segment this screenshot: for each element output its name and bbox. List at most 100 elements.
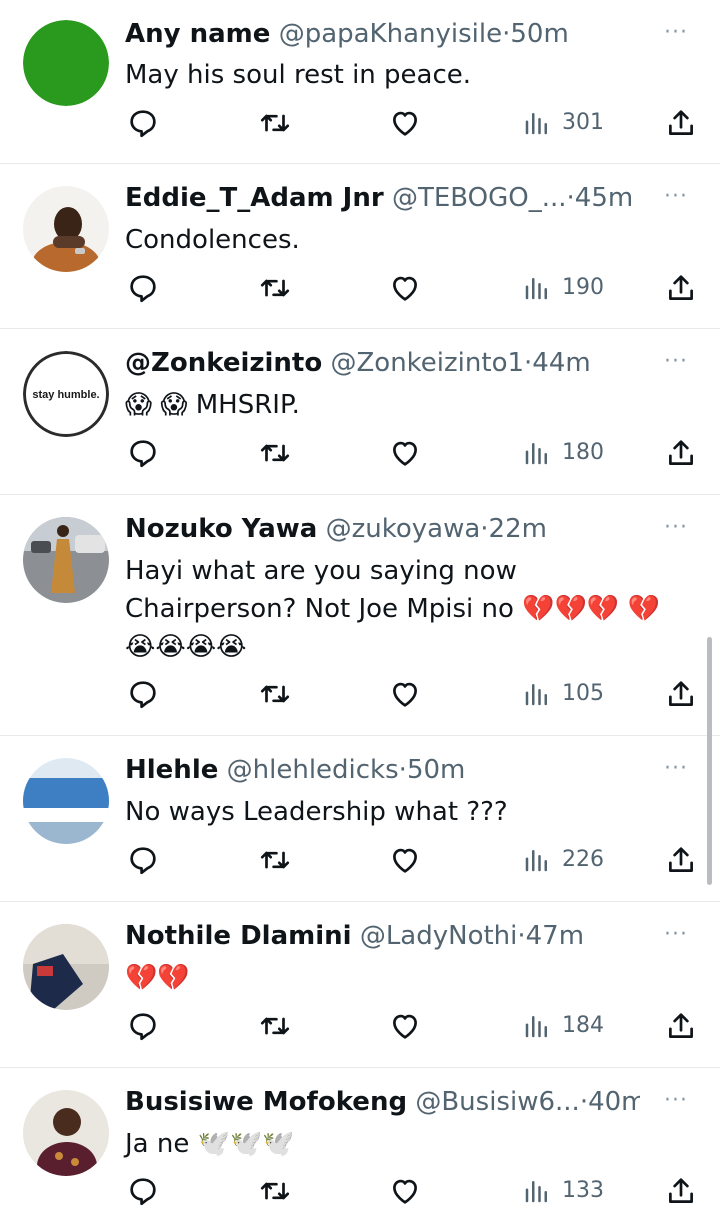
timestamp[interactable]: 22m bbox=[489, 514, 547, 544]
tweet-text: Condolences. bbox=[125, 225, 300, 255]
avatar[interactable] bbox=[23, 20, 109, 106]
retweet-icon[interactable] bbox=[258, 106, 292, 140]
timestamp[interactable]: 40m bbox=[588, 1087, 640, 1117]
retweet-icon[interactable] bbox=[258, 843, 292, 877]
avatar-caption: stay humble. bbox=[32, 389, 99, 401]
views-stat[interactable]: 190 bbox=[522, 271, 622, 305]
tweet[interactable]: Eddie_T_Adam Jnr @TEBOGO_...·45m ··· Con… bbox=[0, 164, 720, 329]
separator-dot: · bbox=[566, 183, 575, 213]
retweet-icon[interactable] bbox=[258, 436, 292, 470]
share-icon[interactable] bbox=[664, 1174, 698, 1208]
author-name[interactable]: Busisiwe Mofokeng bbox=[125, 1087, 407, 1117]
views-stat[interactable]: 105 bbox=[522, 677, 622, 711]
views-icon bbox=[525, 1016, 547, 1038]
avatar[interactable]: stay humble. bbox=[23, 351, 109, 437]
reply-icon[interactable] bbox=[126, 843, 160, 877]
heart-icon[interactable] bbox=[388, 1174, 422, 1208]
tweet-header: Any name @papaKhanyisile·50m bbox=[125, 18, 640, 50]
author-name[interactable]: @Zonkeizinto bbox=[125, 348, 322, 378]
timestamp[interactable]: 50m bbox=[510, 19, 568, 49]
more-icon[interactable]: ··· bbox=[664, 922, 694, 947]
retweet-icon[interactable] bbox=[258, 1009, 292, 1043]
reply-icon[interactable] bbox=[126, 436, 160, 470]
share-icon[interactable] bbox=[664, 1009, 698, 1043]
author-name[interactable]: Nothile Dlamini bbox=[125, 921, 352, 951]
more-icon[interactable]: ··· bbox=[664, 1088, 694, 1113]
timestamp[interactable]: 45m bbox=[575, 183, 633, 213]
reply-icon[interactable] bbox=[126, 106, 160, 140]
views-icon bbox=[525, 1181, 547, 1203]
tweet-header: Hlehle @hlehledicks·50m bbox=[125, 754, 640, 786]
avatar[interactable] bbox=[23, 517, 109, 603]
author-handle[interactable]: @LadyNothi bbox=[360, 921, 518, 951]
tweet[interactable]: Nozuko Yawa @zukoyawa·22m ··· Hayi what … bbox=[0, 495, 720, 736]
reply-icon[interactable] bbox=[126, 271, 160, 305]
views-stat[interactable]: 180 bbox=[522, 436, 622, 470]
separator-dot: · bbox=[517, 921, 526, 951]
views-stat[interactable]: 301 bbox=[522, 106, 622, 140]
share-icon[interactable] bbox=[664, 677, 698, 711]
author-handle[interactable]: @hlehledicks bbox=[227, 755, 399, 785]
more-icon[interactable]: ··· bbox=[664, 20, 694, 45]
separator-dot: · bbox=[398, 755, 407, 785]
tweet-text: 💔💔 bbox=[125, 963, 190, 993]
tweet[interactable]: Busisiwe Mofokeng @Busisiw6...·40m ··· J… bbox=[0, 1068, 720, 1210]
views-stat[interactable]: 133 bbox=[522, 1174, 622, 1208]
more-icon[interactable]: ··· bbox=[664, 184, 694, 209]
tweet[interactable]: stay humble. @Zonkeizinto @Zonkeizinto1·… bbox=[0, 329, 720, 495]
author-name[interactable]: Nozuko Yawa bbox=[125, 514, 317, 544]
author-handle[interactable]: @Busisiw6... bbox=[415, 1087, 579, 1117]
tweet[interactable]: Any name @papaKhanyisile·50m ··· May his… bbox=[0, 0, 720, 164]
heart-icon[interactable] bbox=[388, 271, 422, 305]
share-icon[interactable] bbox=[664, 436, 698, 470]
avatar[interactable] bbox=[23, 186, 109, 272]
heart-icon[interactable] bbox=[388, 677, 422, 711]
tweet-header: Busisiwe Mofokeng @Busisiw6...·40m bbox=[125, 1086, 640, 1118]
more-icon[interactable]: ··· bbox=[664, 515, 694, 540]
timestamp[interactable]: 44m bbox=[532, 348, 590, 378]
heart-icon[interactable] bbox=[388, 106, 422, 140]
share-icon[interactable] bbox=[664, 106, 698, 140]
share-icon[interactable] bbox=[664, 271, 698, 305]
author-handle[interactable]: @TEBOGO_... bbox=[392, 183, 567, 213]
more-icon[interactable]: ··· bbox=[664, 756, 694, 781]
retweet-icon[interactable] bbox=[258, 1174, 292, 1208]
views-count: 184 bbox=[562, 1013, 604, 1038]
author-name[interactable]: Any name bbox=[125, 19, 270, 49]
scrollbar[interactable] bbox=[707, 637, 712, 885]
more-icon[interactable]: ··· bbox=[664, 349, 694, 374]
tweet[interactable]: Nothile Dlamini @LadyNothi·47m ··· 💔💔 18… bbox=[0, 902, 720, 1068]
author-handle[interactable]: @Zonkeizinto1 bbox=[330, 348, 524, 378]
views-icon bbox=[525, 443, 547, 465]
author-handle[interactable]: @zukoyawa bbox=[326, 514, 481, 544]
author-handle[interactable]: @papaKhanyisile bbox=[279, 19, 502, 49]
views-icon bbox=[525, 278, 547, 300]
retweet-icon[interactable] bbox=[258, 677, 292, 711]
separator-dot: · bbox=[480, 514, 489, 544]
reply-icon[interactable] bbox=[126, 677, 160, 711]
views-count: 133 bbox=[562, 1178, 604, 1203]
reply-feed: Any name @papaKhanyisile·50m ··· May his… bbox=[0, 0, 720, 1210]
views-icon bbox=[525, 113, 547, 135]
views-icon bbox=[525, 850, 547, 872]
timestamp[interactable]: 50m bbox=[407, 755, 465, 785]
heart-icon[interactable] bbox=[388, 843, 422, 877]
share-icon[interactable] bbox=[664, 843, 698, 877]
views-stat[interactable]: 184 bbox=[522, 1009, 622, 1043]
avatar[interactable] bbox=[23, 924, 109, 1010]
action-bar: 180 bbox=[0, 436, 720, 472]
author-name[interactable]: Eddie_T_Adam Jnr bbox=[125, 183, 384, 213]
views-stat[interactable]: 226 bbox=[522, 843, 622, 877]
heart-icon[interactable] bbox=[388, 1009, 422, 1043]
avatar[interactable] bbox=[23, 758, 109, 844]
retweet-icon[interactable] bbox=[258, 271, 292, 305]
heart-icon[interactable] bbox=[388, 436, 422, 470]
tweet-header: @Zonkeizinto @Zonkeizinto1·44m bbox=[125, 347, 640, 379]
author-name[interactable]: Hlehle bbox=[125, 755, 218, 785]
avatar[interactable] bbox=[23, 1090, 109, 1176]
separator-dot: · bbox=[579, 1087, 589, 1117]
reply-icon[interactable] bbox=[126, 1174, 160, 1208]
timestamp[interactable]: 47m bbox=[526, 921, 584, 951]
tweet[interactable]: Hlehle @hlehledicks·50m ··· No ways Lead… bbox=[0, 736, 720, 902]
reply-icon[interactable] bbox=[126, 1009, 160, 1043]
